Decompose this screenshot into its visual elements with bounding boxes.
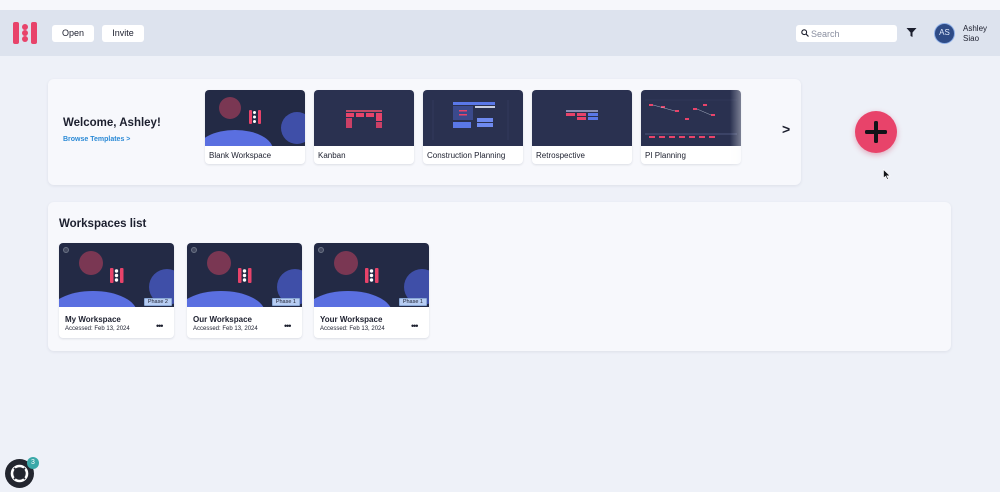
more-options-icon[interactable]: ••• bbox=[156, 321, 164, 331]
browse-templates-link[interactable]: Browse Templates > bbox=[63, 136, 130, 143]
template-label: Kanban bbox=[318, 151, 346, 160]
workspace-card-our-workspace[interactable]: Phase 1 Our Workspace Accessed: Feb 13, … bbox=[187, 243, 302, 338]
lifebuoy-icon bbox=[10, 464, 29, 483]
workspace-select-radio[interactable] bbox=[63, 247, 69, 253]
template-blank-workspace[interactable]: Blank Workspace bbox=[205, 90, 305, 164]
filter-icon[interactable] bbox=[906, 27, 917, 38]
pi-planning-thumbnail-icon bbox=[641, 90, 741, 146]
template-label: Retrospective bbox=[536, 151, 585, 160]
workspace-select-radio[interactable] bbox=[318, 247, 324, 253]
more-options-icon[interactable]: ••• bbox=[411, 321, 419, 331]
create-workspace-button[interactable] bbox=[855, 111, 897, 153]
search-icon bbox=[801, 29, 809, 37]
workspace-name: Your Workspace bbox=[320, 315, 383, 324]
carousel-fade bbox=[730, 87, 770, 167]
phase-badge: Phase 2 bbox=[143, 298, 172, 306]
user-first-name: Ashley bbox=[963, 24, 988, 33]
workspace-accessed: Accessed: Feb 13, 2024 bbox=[193, 326, 258, 332]
browser-top-strip bbox=[0, 0, 1000, 10]
workspace-card-your-workspace[interactable]: Phase 1 Your Workspace Accessed: Feb 13,… bbox=[314, 243, 429, 338]
plus-icon bbox=[865, 121, 887, 143]
search-box[interactable] bbox=[796, 25, 897, 42]
workspaces-card: Workspaces list Phase 2 My Workspace Acc… bbox=[48, 202, 951, 351]
construction-planning-thumbnail-icon bbox=[423, 90, 523, 146]
notification-count-badge: 3 bbox=[27, 457, 39, 469]
workspace-accessed: Accessed: Feb 13, 2024 bbox=[320, 326, 385, 332]
workspace-name: Our Workspace bbox=[193, 315, 252, 324]
user-last-name: Siao bbox=[963, 34, 980, 43]
carousel-next-arrow[interactable]: > bbox=[782, 121, 790, 137]
template-label: Construction Planning bbox=[427, 151, 506, 160]
blank-workspace-thumbnail-icon bbox=[205, 90, 305, 146]
user-name: Ashley Siao bbox=[963, 24, 987, 44]
template-label: Blank Workspace bbox=[209, 151, 272, 160]
workspace-name: My Workspace bbox=[65, 315, 121, 324]
workspace-select-radio[interactable] bbox=[191, 247, 197, 253]
more-options-icon[interactable]: ••• bbox=[284, 321, 292, 331]
template-retrospective[interactable]: Retrospective bbox=[532, 90, 632, 164]
user-avatar[interactable]: AS bbox=[934, 23, 955, 44]
kanban-thumbnail-icon bbox=[314, 90, 414, 146]
search-input[interactable] bbox=[811, 26, 893, 41]
template-label: PI Planning bbox=[645, 151, 686, 160]
template-kanban[interactable]: Kanban bbox=[314, 90, 414, 164]
retrospective-thumbnail-icon bbox=[532, 90, 632, 146]
mouse-pointer-icon bbox=[883, 169, 891, 180]
workspace-accessed: Accessed: Feb 13, 2024 bbox=[65, 326, 130, 332]
top-header: Open Invite AS Ashley Siao bbox=[0, 10, 1000, 56]
invite-button[interactable]: Invite bbox=[102, 25, 144, 42]
app-logo[interactable] bbox=[13, 22, 37, 44]
phase-badge: Phase 1 bbox=[398, 298, 427, 306]
template-pi-planning[interactable]: PI Planning bbox=[641, 90, 741, 164]
workspace-card-my-workspace[interactable]: Phase 2 My Workspace Accessed: Feb 13, 2… bbox=[59, 243, 174, 338]
welcome-card: Welcome, Ashley! Browse Templates > Blan… bbox=[48, 79, 801, 185]
open-button[interactable]: Open bbox=[52, 25, 94, 42]
template-construction-planning[interactable]: Construction Planning bbox=[423, 90, 523, 164]
workspaces-title: Workspaces list bbox=[59, 218, 147, 230]
welcome-title: Welcome, Ashley! bbox=[63, 117, 161, 129]
phase-badge: Phase 1 bbox=[271, 298, 300, 306]
